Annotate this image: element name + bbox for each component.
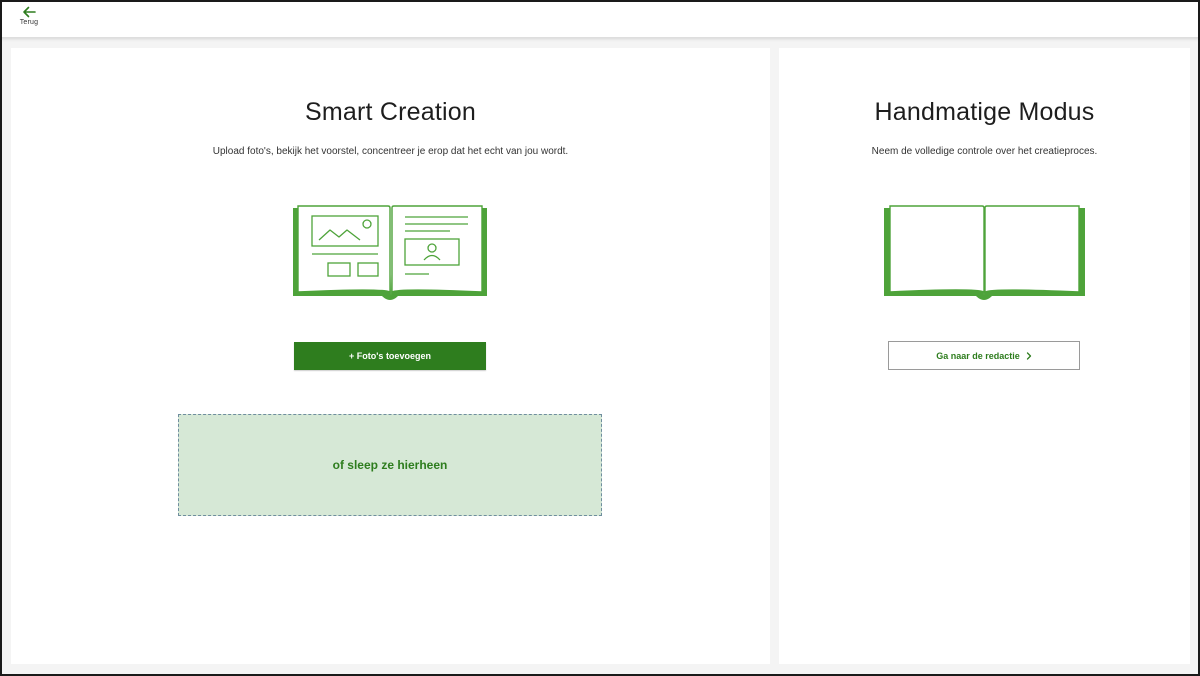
back-button[interactable]: Terug bbox=[14, 6, 44, 34]
go-to-editor-label: Ga naar de redactie bbox=[936, 350, 1020, 361]
manual-mode-title: Handmatige Modus bbox=[874, 98, 1095, 126]
back-label: Terug bbox=[19, 19, 39, 26]
photobook-layout-icon bbox=[293, 205, 487, 300]
manual-mode-panel: Handmatige Modus Neem de volledige contr… bbox=[779, 48, 1190, 664]
smart-creation-subtitle: Upload foto's, bekijk het voorstel, conc… bbox=[212, 146, 569, 157]
dropzone-label: of sleep ze hierheen bbox=[332, 458, 448, 472]
open-book-icon bbox=[884, 205, 1085, 300]
add-photos-button[interactable]: + Foto's toevoegen bbox=[294, 342, 486, 370]
arrow-left-icon bbox=[23, 6, 36, 18]
go-to-editor-button[interactable]: Ga naar de redactie bbox=[888, 341, 1080, 370]
chevron-right-icon bbox=[1026, 352, 1031, 360]
photo-dropzone[interactable]: of sleep ze hierheen bbox=[178, 414, 602, 516]
smart-creation-panel: Smart Creation Upload foto's, bekijk het… bbox=[11, 48, 770, 664]
top-bar: Terug bbox=[0, 0, 1200, 38]
manual-mode-subtitle: Neem de volledige controle over het crea… bbox=[871, 146, 1098, 157]
smart-creation-title: Smart Creation bbox=[305, 98, 476, 126]
